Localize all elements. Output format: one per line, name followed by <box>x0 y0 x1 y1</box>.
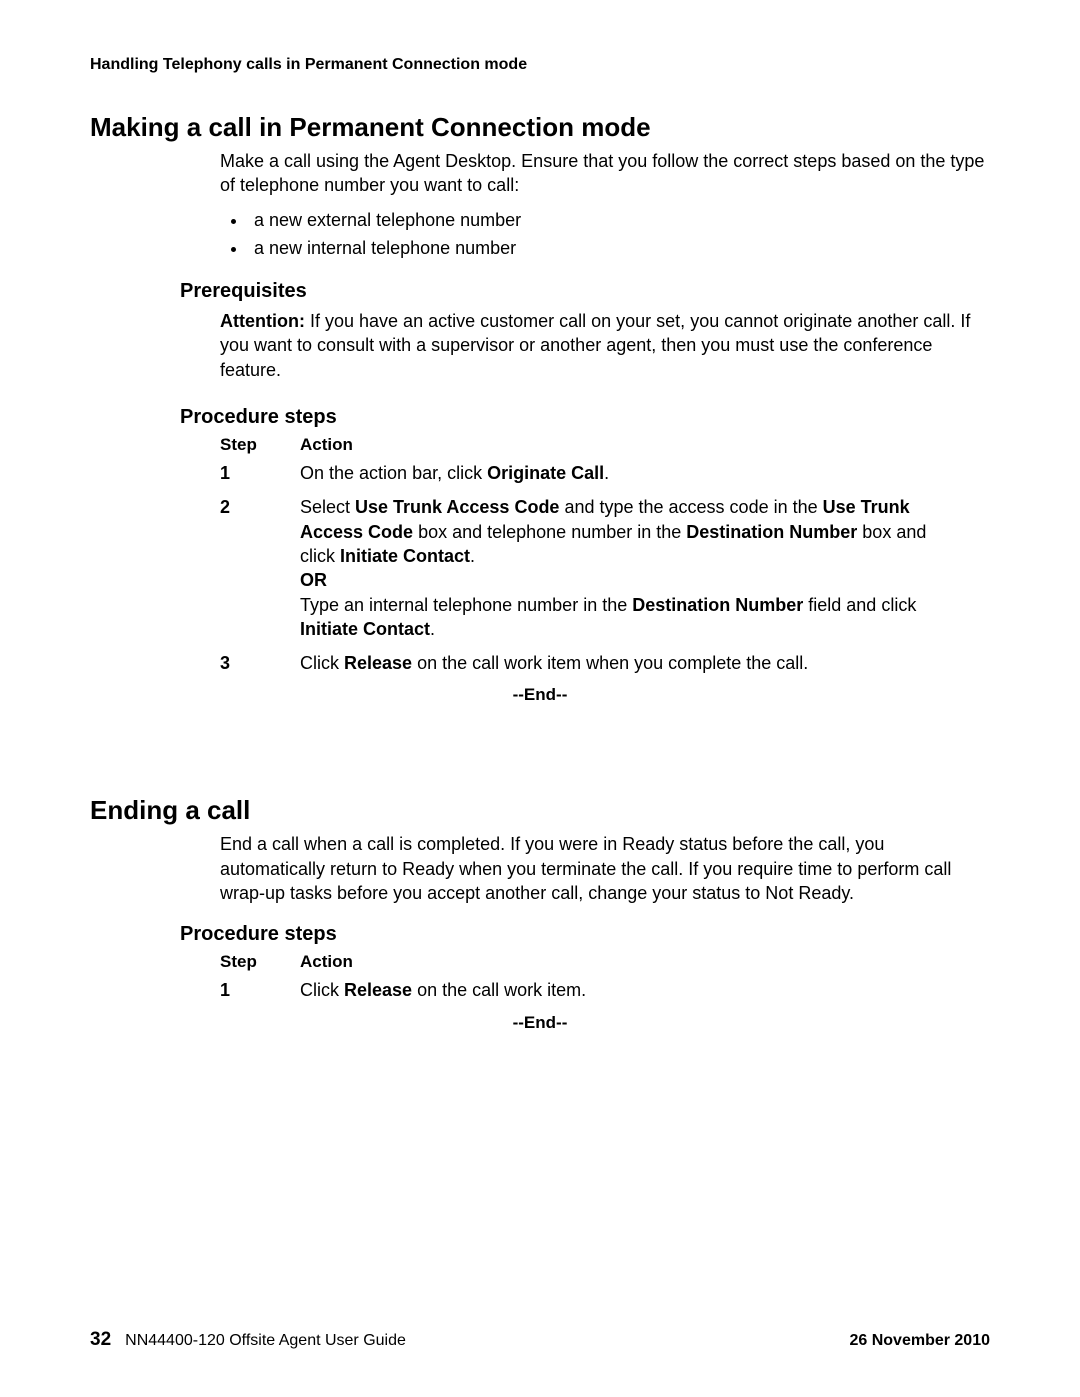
section1-steps-table: Step Action 1 On the action bar, click O… <box>220 435 990 675</box>
page-number: 32 <box>90 1329 111 1351</box>
step-action: Select Use Trunk Access Code and type th… <box>300 495 940 641</box>
page-footer: 32 NN44400-120 Offsite Agent User Guide … <box>90 1329 990 1351</box>
step-bold: Release <box>344 980 412 1000</box>
section1-intro: Make a call using the Agent Desktop. Ens… <box>220 149 990 198</box>
attention-text: If you have an active customer call on y… <box>220 311 970 380</box>
step-action: Click Release on the call work item. <box>300 978 940 1002</box>
step-text: field and click <box>803 595 916 615</box>
prerequisites-heading: Prerequisites <box>180 280 990 303</box>
step-number: 1 <box>220 461 300 485</box>
table-row: 3 Click Release on the call work item wh… <box>220 651 990 675</box>
step-text: Click <box>300 980 344 1000</box>
bullet-item: a new internal telephone number <box>248 236 990 260</box>
procedure-steps-heading: Procedure steps <box>180 406 990 429</box>
step-or: OR <box>300 568 940 592</box>
attention-block: Attention: If you have an active custome… <box>220 309 990 382</box>
document-page: Handling Telephony calls in Permanent Co… <box>0 0 1080 1397</box>
step-bold: Release <box>344 653 412 673</box>
table-row: 1 Click Release on the call work item. <box>220 978 990 1002</box>
step-text: Click <box>300 653 344 673</box>
table-row: 1 On the action bar, click Originate Cal… <box>220 461 990 485</box>
step-text: Type an internal telephone number in the <box>300 595 632 615</box>
step-text: and type the access code in the <box>559 497 822 517</box>
step-bold: Use Trunk Access Code <box>355 497 559 517</box>
step-number: 1 <box>220 978 300 1002</box>
step-bold: Destination Number <box>632 595 803 615</box>
document-id: NN44400-120 Offsite Agent User Guide <box>125 1332 406 1350</box>
end-marker: --End-- <box>220 1013 860 1033</box>
step-number: 3 <box>220 651 300 675</box>
bullet-item: a new external telephone number <box>248 208 990 232</box>
col-action-header: Action <box>300 435 353 455</box>
attention-label: Attention: <box>220 311 305 331</box>
step-text: On the action bar, click <box>300 463 487 483</box>
col-step-header: Step <box>220 435 300 455</box>
procedure-steps-heading: Procedure steps <box>180 923 990 946</box>
step-text: . <box>430 619 435 639</box>
step-text: . <box>604 463 609 483</box>
step-bold: Initiate Contact <box>300 619 430 639</box>
table-row: 2 Select Use Trunk Access Code and type … <box>220 495 990 641</box>
step-text: box and telephone number in the <box>413 522 686 542</box>
table-header: Step Action <box>220 952 990 972</box>
step-bold: Initiate Contact <box>340 546 470 566</box>
step-text: on the call work item when you complete … <box>412 653 808 673</box>
step-text: . <box>470 546 475 566</box>
section1-bullets: a new external telephone number a new in… <box>220 208 990 261</box>
section2-title: Ending a call <box>90 795 990 826</box>
section2-steps-table: Step Action 1 Click Release on the call … <box>220 952 990 1002</box>
step-action: Click Release on the call work item when… <box>300 651 940 675</box>
footer-date: 26 November 2010 <box>849 1332 990 1350</box>
section2-intro: End a call when a call is completed. If … <box>220 832 990 905</box>
step-action: On the action bar, click Originate Call. <box>300 461 940 485</box>
end-marker: --End-- <box>220 685 860 705</box>
footer-left: 32 NN44400-120 Offsite Agent User Guide <box>90 1329 406 1351</box>
col-action-header: Action <box>300 952 353 972</box>
table-header: Step Action <box>220 435 990 455</box>
col-step-header: Step <box>220 952 300 972</box>
step-bold: Destination Number <box>686 522 857 542</box>
step-text: Select <box>300 497 355 517</box>
running-header: Handling Telephony calls in Permanent Co… <box>90 56 990 74</box>
step-text: on the call work item. <box>412 980 586 1000</box>
step-bold: Originate Call <box>487 463 604 483</box>
step-number: 2 <box>220 495 300 641</box>
section1-title: Making a call in Permanent Connection mo… <box>90 112 990 143</box>
